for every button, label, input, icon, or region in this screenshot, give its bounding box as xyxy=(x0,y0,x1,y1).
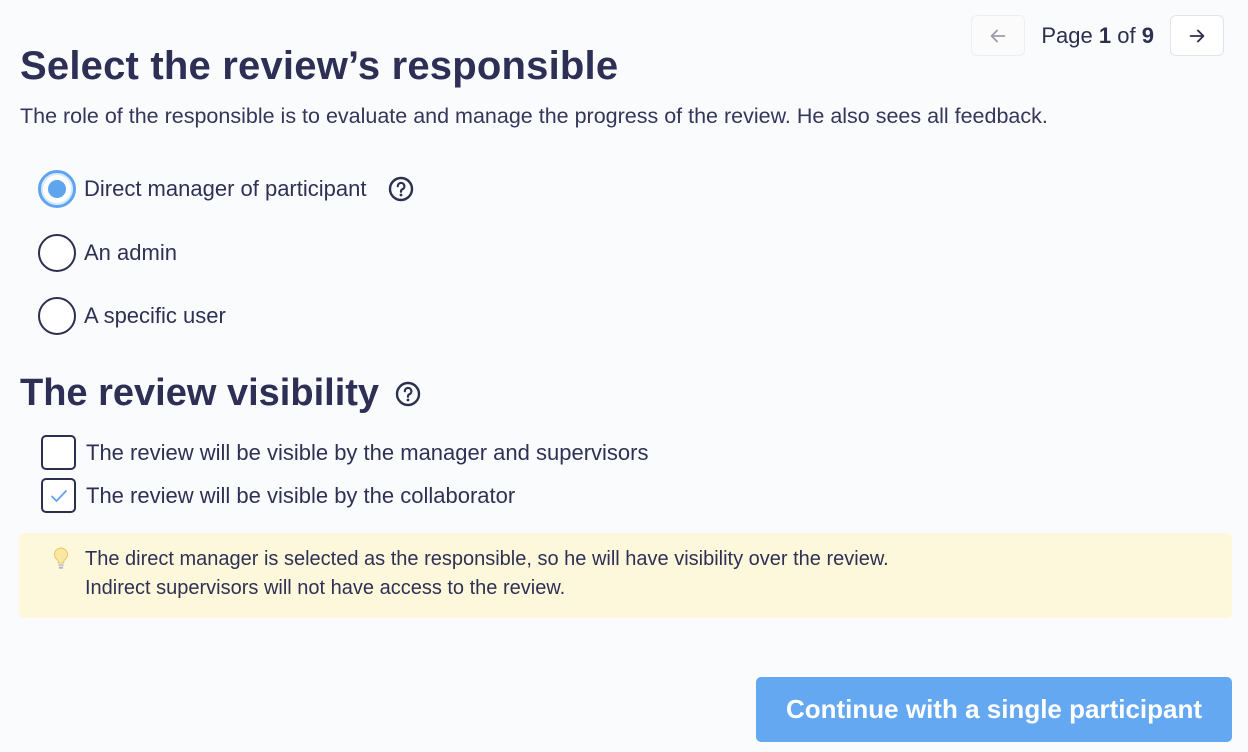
radio-button[interactable] xyxy=(38,234,76,272)
radio-button[interactable] xyxy=(38,297,76,335)
radio-dot xyxy=(48,180,66,198)
previous-page-button[interactable] xyxy=(971,15,1026,56)
question-mark-icon[interactable] xyxy=(388,176,414,202)
radio-label: Direct manager of participant xyxy=(84,176,367,201)
page-indicator: Page 1 of 9 xyxy=(1041,23,1154,49)
radio-label: A specific user xyxy=(84,303,226,328)
lightbulb-icon xyxy=(53,547,69,569)
notice-line: Indirect supervisors will not have acces… xyxy=(85,577,566,599)
checkbox[interactable] xyxy=(41,478,76,513)
checkbox-label: The review will be visible by the collab… xyxy=(86,482,516,508)
review-settings-page: Page 1 of 9 Select the review’s responsi… xyxy=(0,0,1248,752)
checkbox-collaborator[interactable]: The review will be visible by the collab… xyxy=(41,478,515,513)
radio-admin[interactable]: An admin xyxy=(38,234,177,272)
current-page: 1 xyxy=(1098,22,1112,48)
question-mark-icon[interactable] xyxy=(395,381,421,407)
responsible-description: The role of the responsible is to evalua… xyxy=(20,104,1048,128)
checkbox-label: The review will be visible by the manage… xyxy=(86,439,649,465)
pagination: Page 1 of 9 xyxy=(971,15,1224,56)
responsible-title: Select the review’s responsible xyxy=(20,44,619,88)
radio-specific-user[interactable]: A specific user xyxy=(38,297,226,335)
checkmark-icon xyxy=(50,489,67,502)
continue-button[interactable]: Continue with a single participant xyxy=(756,677,1232,742)
notice-text: The direct manager is selected as the re… xyxy=(85,545,889,603)
visibility-title: The review visibility xyxy=(20,372,421,415)
checkbox-managers-supervisors[interactable]: The review will be visible by the manage… xyxy=(41,435,648,470)
info-notice: The direct manager is selected as the re… xyxy=(19,533,1232,618)
arrow-left-icon xyxy=(991,29,1006,42)
page-prefix: Page xyxy=(1041,22,1093,48)
radio-button[interactable] xyxy=(38,170,76,208)
visibility-title-text: The review visibility xyxy=(20,372,380,414)
radio-label: An admin xyxy=(84,240,177,265)
total-pages: 9 xyxy=(1141,22,1154,48)
checkbox[interactable] xyxy=(41,435,76,470)
arrow-right-icon xyxy=(1189,29,1205,42)
next-page-button[interactable] xyxy=(1170,15,1224,56)
page-separator: of xyxy=(1117,22,1136,48)
radio-direct-manager[interactable]: Direct manager of participant xyxy=(38,170,414,208)
notice-line: The direct manager is selected as the re… xyxy=(85,548,889,570)
